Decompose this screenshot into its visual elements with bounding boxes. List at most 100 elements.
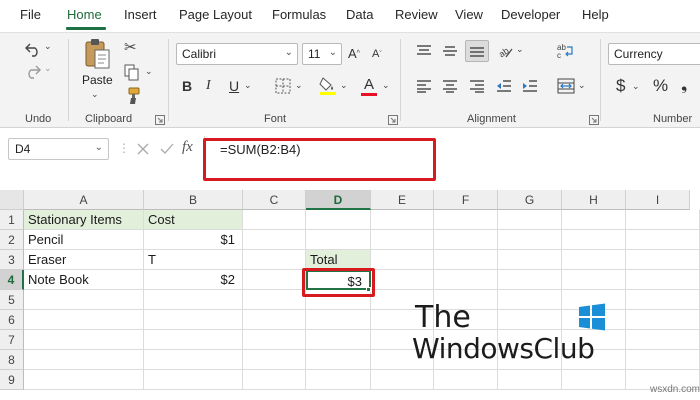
grid-cell[interactable] xyxy=(626,210,700,230)
grid-cell[interactable] xyxy=(562,250,626,270)
grid-cell[interactable] xyxy=(626,250,700,270)
borders-icon[interactable] xyxy=(274,77,292,95)
grid-cell[interactable] xyxy=(626,290,700,310)
grid-cell[interactable] xyxy=(24,350,144,370)
column-header-d[interactable]: D xyxy=(306,190,371,210)
decrease-font-size-icon[interactable]: Aˇ xyxy=(372,48,382,60)
format-painter-icon[interactable] xyxy=(122,87,142,105)
grid-cell[interactable] xyxy=(144,370,243,390)
grid-cell[interactable] xyxy=(243,210,306,230)
grid-cell[interactable] xyxy=(562,370,626,390)
grid-cell[interactable] xyxy=(144,350,243,370)
grid-cell[interactable] xyxy=(24,330,144,350)
row-header-6[interactable]: 6 xyxy=(0,310,24,330)
grid-cell[interactable] xyxy=(24,290,144,310)
grid-cell[interactable] xyxy=(498,270,562,290)
number-format-dropdown[interactable]: Currency xyxy=(608,43,700,65)
percent-style-button[interactable]: % xyxy=(653,76,668,96)
column-header-a[interactable]: A xyxy=(24,190,144,210)
grid-cell[interactable] xyxy=(24,310,144,330)
grid-cell[interactable] xyxy=(498,230,562,250)
grid-cell[interactable] xyxy=(371,370,434,390)
increase-indent-icon[interactable] xyxy=(521,78,539,94)
cell-a3[interactable]: Eraser xyxy=(24,250,144,270)
grid-cell[interactable] xyxy=(434,270,498,290)
decrease-indent-icon[interactable] xyxy=(495,78,513,94)
accounting-dropdown-icon[interactable]: ⌄ xyxy=(632,81,640,92)
grid-cell[interactable] xyxy=(243,310,306,330)
paste-dropdown-icon[interactable]: ⌄ xyxy=(91,89,99,100)
align-bottom-icon[interactable] xyxy=(465,40,489,62)
cell-b4[interactable]: $2 xyxy=(144,270,243,290)
grid-cell[interactable] xyxy=(626,350,700,370)
cell-a4[interactable]: Note Book xyxy=(24,270,144,290)
grid-cell[interactable] xyxy=(562,270,626,290)
undo-dropdown-icon[interactable]: ⌄ xyxy=(44,41,52,52)
grid-cell[interactable] xyxy=(243,290,306,310)
fill-color-icon[interactable] xyxy=(318,76,338,96)
grid-cell[interactable] xyxy=(306,350,371,370)
cell-d3[interactable]: Total xyxy=(306,250,371,270)
increase-font-size-icon[interactable]: A ^ xyxy=(348,46,360,61)
tab-formulas[interactable]: Formulas xyxy=(272,7,326,22)
grid-cell[interactable] xyxy=(371,210,434,230)
undo-icon[interactable] xyxy=(22,39,44,59)
grid-cell[interactable] xyxy=(371,250,434,270)
insert-function-button[interactable]: fx xyxy=(182,139,193,156)
grid-cell[interactable] xyxy=(434,370,498,390)
grid-cell[interactable] xyxy=(306,370,371,390)
column-header-f[interactable]: F xyxy=(434,190,498,210)
cell-b2[interactable]: $1 xyxy=(144,230,243,250)
cell-a1[interactable]: Stationary Items xyxy=(24,210,144,230)
grid-cell[interactable] xyxy=(371,230,434,250)
grid-cell[interactable] xyxy=(562,230,626,250)
paste-icon[interactable] xyxy=(82,37,112,71)
grid-cell[interactable] xyxy=(626,310,700,330)
align-left-icon[interactable] xyxy=(415,78,433,94)
tab-developer[interactable]: Developer xyxy=(501,7,560,22)
grid-cell[interactable] xyxy=(562,210,626,230)
row-header-7[interactable]: 7 xyxy=(0,330,24,350)
grid-cell[interactable] xyxy=(243,330,306,350)
align-center-icon[interactable] xyxy=(441,78,459,94)
grid-cell[interactable] xyxy=(144,310,243,330)
tab-insert[interactable]: Insert xyxy=(124,7,157,22)
grid-cell[interactable] xyxy=(243,350,306,370)
grid-cell[interactable] xyxy=(144,290,243,310)
tab-page-layout[interactable]: Page Layout xyxy=(179,7,252,22)
grid-cell[interactable] xyxy=(243,270,306,290)
bold-button[interactable]: B xyxy=(182,78,192,94)
column-header-g[interactable]: G xyxy=(498,190,562,210)
font-size-dropdown[interactable]: 11 ⌄ xyxy=(302,43,342,65)
italic-button[interactable]: I xyxy=(206,78,211,94)
row-header-9[interactable]: 9 xyxy=(0,370,24,390)
wrap-text-icon[interactable]: ab c xyxy=(556,41,576,61)
grid-cell[interactable] xyxy=(243,370,306,390)
tab-review[interactable]: Review xyxy=(395,7,438,22)
fill-handle[interactable] xyxy=(366,287,371,292)
tab-data[interactable]: Data xyxy=(346,7,373,22)
grid-cell[interactable] xyxy=(626,230,700,250)
more-options-icon[interactable]: ⋮ xyxy=(118,141,130,155)
redo-icon[interactable] xyxy=(22,61,44,81)
align-right-icon[interactable] xyxy=(468,78,486,94)
cell-a2[interactable]: Pencil xyxy=(24,230,144,250)
orientation-dropdown-icon[interactable]: ⌄ xyxy=(516,44,524,55)
tab-file[interactable]: File xyxy=(20,7,41,22)
grid-cell[interactable] xyxy=(498,210,562,230)
font-color-dropdown-icon[interactable]: ⌄ xyxy=(382,80,390,91)
tab-help[interactable]: Help xyxy=(582,7,609,22)
grid-cell[interactable] xyxy=(306,230,371,250)
column-header-h[interactable]: H xyxy=(562,190,626,210)
tab-home[interactable]: Home xyxy=(67,7,102,22)
borders-dropdown-icon[interactable]: ⌄ xyxy=(295,80,303,91)
name-box[interactable]: D4 ⌄ xyxy=(8,138,109,160)
alignment-launcher-icon[interactable] xyxy=(589,115,599,125)
accounting-format-button[interactable]: $ xyxy=(616,76,625,96)
row-header-1[interactable]: 1 xyxy=(0,210,24,230)
row-header-8[interactable]: 8 xyxy=(0,350,24,370)
font-launcher-icon[interactable] xyxy=(388,115,398,125)
grid-cell[interactable] xyxy=(626,330,700,350)
cut-icon[interactable]: ✂ xyxy=(124,38,137,56)
grid-cell[interactable] xyxy=(498,250,562,270)
